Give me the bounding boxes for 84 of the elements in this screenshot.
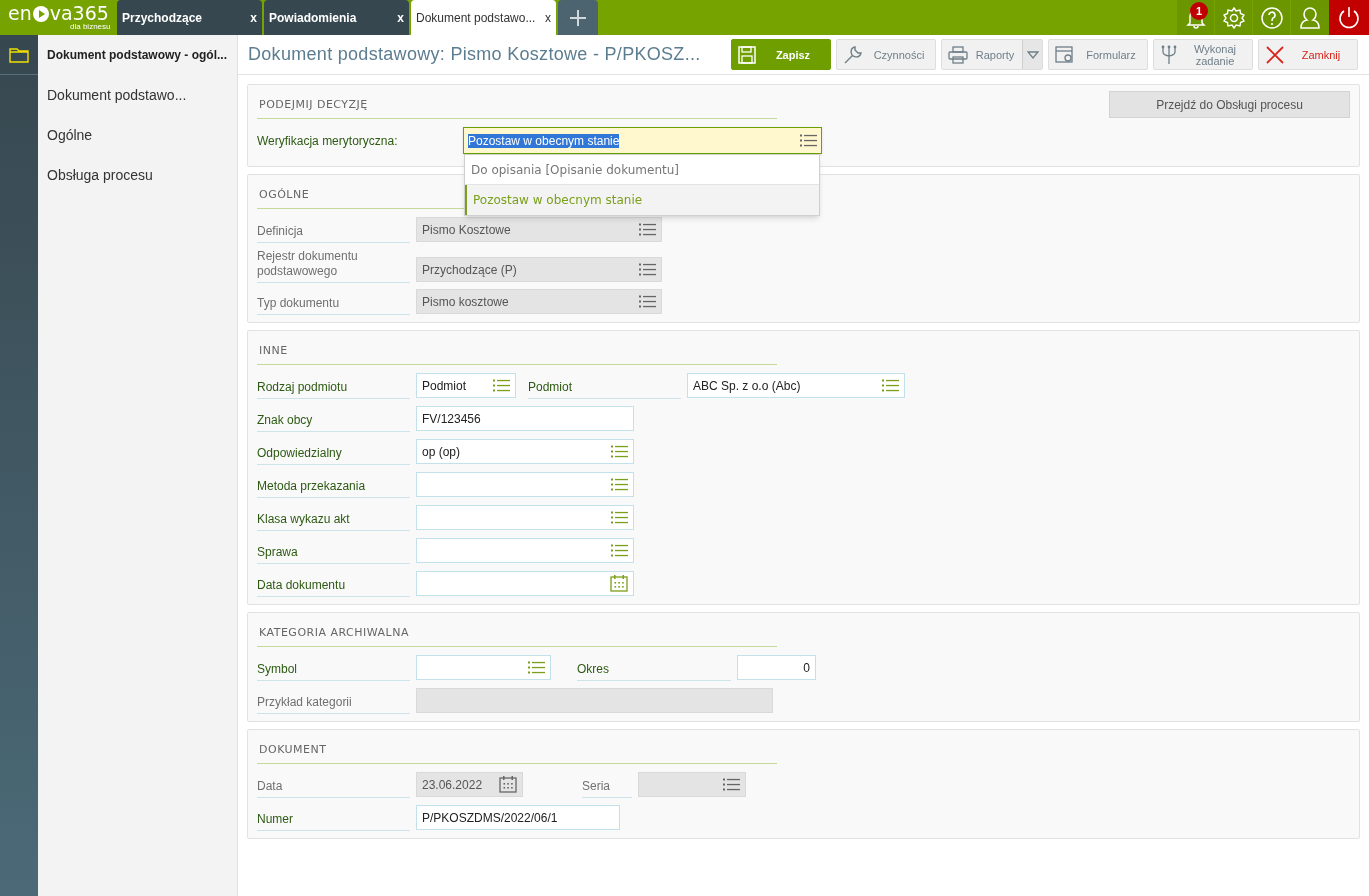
section-heading: OGÓLNE — [258, 188, 311, 201]
input-field[interactable]: FV/123456 — [416, 406, 634, 431]
list-icon[interactable] — [611, 445, 628, 458]
logo-tagline: dla biznesu — [70, 23, 112, 31]
list-icon[interactable] — [611, 544, 628, 557]
field-label: Numer — [257, 805, 410, 831]
branch-icon — [1160, 44, 1178, 65]
notification-badge: 1 — [1190, 2, 1208, 20]
tab-close[interactable]: x — [250, 8, 257, 27]
input-field[interactable]: op (op) — [416, 439, 634, 464]
tab-close[interactable]: x — [397, 8, 404, 27]
list-icon[interactable] — [528, 661, 545, 674]
input-field[interactable] — [416, 655, 551, 680]
field-label: Sprawa — [257, 538, 410, 564]
wrench-icon — [843, 44, 863, 65]
toolbar-button[interactable]: Formularz — [1048, 39, 1148, 70]
field-label: Przykład kategorii — [257, 688, 410, 714]
input-field[interactable]: Podmiot — [416, 373, 516, 398]
notifications-button[interactable]: 1 — [1177, 0, 1215, 35]
user-icon — [1299, 6, 1321, 29]
page-title: Dokument podstawowy: Pismo Kosztowe - P/PKOSZ... — [248, 43, 702, 66]
input-field[interactable] — [416, 505, 634, 530]
field-label: Data — [257, 772, 410, 798]
field-label: Typ dokumentu — [257, 289, 410, 315]
field-label: Seria — [582, 772, 632, 798]
field-label: Symbol — [257, 655, 410, 681]
tab[interactable]: Powiadomienia x — [264, 0, 409, 35]
field-label: Definicja — [257, 217, 410, 243]
toolbar-button[interactable]: Czynności — [836, 39, 936, 70]
tab[interactable]: Dokument podstawo... x — [411, 0, 556, 35]
list-icon[interactable] — [800, 134, 817, 147]
list-icon[interactable] — [611, 511, 628, 524]
sidebar-item[interactable]: Dokument podstawo... — [38, 85, 237, 125]
input-field[interactable]: ABC Sp. z o.o (Abc) — [687, 373, 905, 398]
close-icon — [1265, 44, 1285, 65]
tab[interactable]: Przychodzące x — [117, 0, 262, 35]
new-tab-button[interactable] — [558, 0, 598, 35]
sidebar-item[interactable]: Ogólne — [38, 125, 237, 165]
field-label: Okres — [577, 655, 731, 681]
list-icon[interactable] — [493, 379, 510, 392]
input-field[interactable]: 0 — [737, 655, 816, 680]
input-field[interactable] — [416, 538, 634, 563]
input-field[interactable] — [416, 472, 634, 497]
power-button[interactable] — [1329, 0, 1369, 35]
section-heading: INNE — [258, 344, 289, 357]
caret-icon — [1026, 50, 1039, 59]
sidebar-item[interactable]: Dokument podstawowy - ogól... — [38, 45, 237, 85]
field-label: Metoda przekazania — [257, 472, 410, 498]
settings-icon — [1222, 6, 1245, 29]
section-heading: KATEGORIA ARCHIWALNA — [258, 626, 410, 639]
list-icon[interactable] — [882, 379, 899, 392]
field-label: Znak obcy — [257, 406, 410, 432]
field-label: Data dokumentu — [257, 571, 410, 597]
form-gear-icon — [1055, 45, 1075, 64]
toolbar-button[interactable]: Zamknij — [1258, 39, 1358, 70]
section-heading: PODEJMIJ DECYZJĘ — [258, 98, 369, 111]
settings-button[interactable] — [1215, 0, 1253, 35]
section-heading: DOKUMENT — [258, 743, 328, 756]
input-field[interactable] — [416, 571, 634, 596]
process-button[interactable]: Przejdź do Obsługi procesu — [1109, 91, 1350, 118]
user-button[interactable] — [1291, 0, 1329, 35]
field-label: Rodzaj podmiotu — [257, 373, 410, 399]
toolbar-button[interactable]: Wykonaj zadanie — [1153, 39, 1253, 70]
printer-icon — [948, 45, 968, 64]
dropdown-toggle[interactable] — [1022, 40, 1042, 69]
play-icon — [32, 5, 49, 22]
power-icon — [1337, 5, 1361, 30]
toolbar-button[interactable]: Raporty — [941, 39, 1043, 70]
list-icon[interactable] — [611, 478, 628, 491]
decision-select[interactable]: Pozostaw w obecnym stanie — [463, 127, 822, 154]
calendar-icon[interactable] — [610, 575, 628, 592]
field-label: Weryfikacja merytoryczna: — [257, 132, 399, 150]
input-field[interactable]: P/PKOSZDMS/2022/06/1 — [416, 805, 620, 830]
plus-icon — [569, 8, 587, 27]
field-label: Podmiot — [528, 373, 681, 399]
sidebar-item[interactable]: Obsługa procesu — [38, 165, 237, 205]
help-icon — [1260, 6, 1283, 29]
logo: en va365 dla biznesu — [0, 0, 117, 35]
folder-icon — [9, 46, 29, 63]
help-button[interactable] — [1253, 0, 1291, 35]
field-label: Odpowiedzialny — [257, 439, 410, 465]
field-label: Klasa wykazu akt — [257, 505, 410, 531]
field-label: Rejestr dokumentu podstawowego — [257, 249, 410, 283]
tab-close[interactable]: x — [545, 8, 551, 27]
